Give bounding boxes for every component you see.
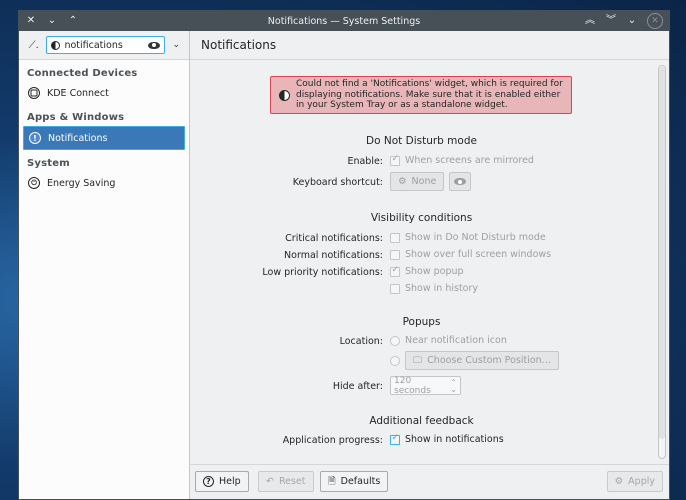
error-message: Could not find a 'Notifications' widget,… [270, 76, 572, 114]
sidebar-item-energy-saving[interactable]: ⏻ Energy Saving [23, 172, 185, 194]
hide-after-label: Hide after: [332, 381, 383, 392]
checkbox[interactable] [390, 283, 400, 294]
choose-custom-position-button[interactable]: 🖵 Choose Custom Position... [405, 351, 559, 370]
checkbox[interactable] [390, 433, 400, 445]
scrollbar[interactable] [658, 65, 666, 459]
low-history-checkbox[interactable]: Show in history [390, 283, 478, 294]
category-header-apps-windows: Apps & Windows [27, 112, 125, 123]
spin-arrows-icon[interactable]: ⌃ ⌄ [450, 378, 457, 393]
dnd-mirrored-label: When screens are mirrored [405, 155, 534, 166]
help-button[interactable]: ? Help [195, 471, 249, 492]
clear-shortcut-button[interactable] [449, 172, 472, 191]
location-option-label: Near notification icon [405, 335, 507, 346]
help-label: Help [219, 476, 241, 487]
low-popup-label: Show popup [405, 266, 464, 277]
defaults-label: Defaults [340, 476, 381, 487]
sidebar-item-notifications[interactable]: ! Notifications [23, 126, 185, 150]
shortcut-button[interactable]: ⚙ None [390, 172, 445, 191]
apply-icon: ⚙ [614, 476, 624, 487]
apply-label: Apply [628, 476, 655, 487]
clear-icon [454, 178, 467, 185]
sidebar: ⟋. ⌄ Connected Devices KDE Connect Apps … [19, 31, 190, 499]
checkbox[interactable] [390, 154, 400, 166]
settings-content: Could not find a 'Notifications' widget,… [190, 60, 655, 465]
gear-icon: ⚙ [398, 176, 407, 187]
shortcut-value: None [411, 176, 437, 187]
apply-button[interactable]: ⚙ Apply [606, 471, 663, 492]
reset-button[interactable]: ↶ Reset [258, 471, 314, 492]
critical-notifications-label: Critical notifications: [285, 233, 383, 244]
location-label: Location: [339, 336, 383, 347]
chevron-down-icon[interactable]: ⌄ [169, 40, 183, 50]
normal-fullscreen-checkbox[interactable]: Show over full screen windows [390, 249, 551, 260]
warning-icon [279, 89, 290, 101]
help-icon: ? [203, 476, 214, 487]
hide-after-value: 120 seconds [394, 375, 431, 396]
radio[interactable] [390, 335, 400, 346]
sidebar-item-label: KDE Connect [47, 87, 109, 99]
dnd-section-title: Do Not Disturb mode [366, 135, 477, 147]
radio[interactable] [390, 355, 400, 366]
custom-position-label: Choose Custom Position... [427, 355, 551, 366]
popups-section-title: Popups [402, 316, 441, 328]
keep-below-icon[interactable]: ︾ [605, 16, 617, 26]
monitor-icon: 🖵 [413, 355, 423, 366]
low-history-label: Show in history [405, 283, 479, 294]
kde-connect-icon [28, 87, 40, 99]
window-title: Notifications — System Settings [267, 15, 421, 27]
footer-bar: ? Help ↶ Reset 🗎 Defaults ⚙ Apply [190, 464, 669, 499]
reset-label: Reset [278, 476, 306, 487]
app-progress-label: Application progress: [282, 435, 383, 446]
low-popup-checkbox[interactable]: Show popup [390, 265, 464, 277]
notification-icon: ! [29, 132, 41, 144]
defaults-button[interactable]: 🗎 Defaults [320, 471, 389, 492]
shortcut-controls: ⚙ None [390, 172, 472, 191]
search-result-icon [51, 40, 61, 50]
dnd-enable-label: Enable: [347, 156, 383, 167]
minimize-icon[interactable]: ⌄ [626, 16, 638, 26]
search-field[interactable] [46, 36, 166, 54]
undo-icon: ↶ [266, 476, 274, 487]
app-progress-checkbox[interactable]: Show in notifications [390, 433, 504, 445]
close-icon[interactable]: ✕ [25, 16, 37, 26]
normal-option-label: Show over full screen windows [405, 249, 552, 260]
checkbox[interactable] [390, 232, 400, 243]
system-settings-window: ✕ ⌄ ⌃ Notifications — System Settings ︽ … [18, 10, 670, 500]
search-input[interactable] [64, 39, 145, 51]
scrollbar-thumb[interactable] [659, 67, 665, 439]
location-near-icon-radio[interactable]: Near notification icon [390, 335, 507, 346]
menu-icon[interactable]: ⟋. [25, 40, 42, 51]
chevron-up-icon[interactable]: ⌃ [67, 16, 79, 26]
chevron-down-icon[interactable]: ⌄ [46, 16, 58, 26]
clear-search-icon[interactable] [148, 41, 161, 49]
page-title: Notifications [190, 31, 669, 60]
checkbox[interactable] [390, 249, 400, 260]
document-icon: 🗎 [328, 475, 336, 487]
app-progress-option-label: Show in notifications [405, 434, 504, 445]
sidebar-item-kde-connect[interactable]: KDE Connect [23, 82, 185, 104]
error-text: Could not find a 'Notifications' widget,… [296, 79, 563, 111]
critical-dnd-checkbox[interactable]: Show in Do Not Disturb mode [390, 232, 546, 243]
window-close-icon[interactable]: ✕ [647, 13, 663, 29]
sidebar-search-row: ⟋. ⌄ [19, 31, 189, 60]
normal-notifications-label: Normal notifications: [284, 250, 383, 261]
keep-above-icon[interactable]: ︽ [584, 16, 596, 26]
dnd-mirrored-checkbox[interactable]: When screens are mirrored [390, 154, 534, 166]
hide-after-spinbox[interactable]: 120 seconds ⌃ ⌄ [390, 375, 461, 396]
additional-section-title: Additional feedback [369, 415, 474, 427]
title-bar[interactable]: ✕ ⌄ ⌃ Notifications — System Settings ︽ … [19, 11, 669, 31]
critical-option-label: Show in Do Not Disturb mode [405, 232, 546, 243]
sidebar-item-label: Notifications [48, 132, 108, 144]
main-panel: Notifications Could not find a 'Notifica… [190, 31, 669, 499]
category-header-connected-devices: Connected Devices [27, 68, 138, 79]
energy-saving-icon: ⏻ [28, 177, 40, 189]
visibility-section-title: Visibility conditions [370, 212, 473, 224]
checkbox[interactable] [390, 265, 400, 277]
custom-position-row: 🖵 Choose Custom Position... [390, 351, 559, 370]
category-header-system: System [27, 158, 70, 169]
sidebar-item-label: Energy Saving [47, 177, 116, 189]
keyboard-shortcut-label: Keyboard shortcut: [292, 177, 383, 188]
low-priority-label: Low priority notifications: [262, 267, 383, 278]
